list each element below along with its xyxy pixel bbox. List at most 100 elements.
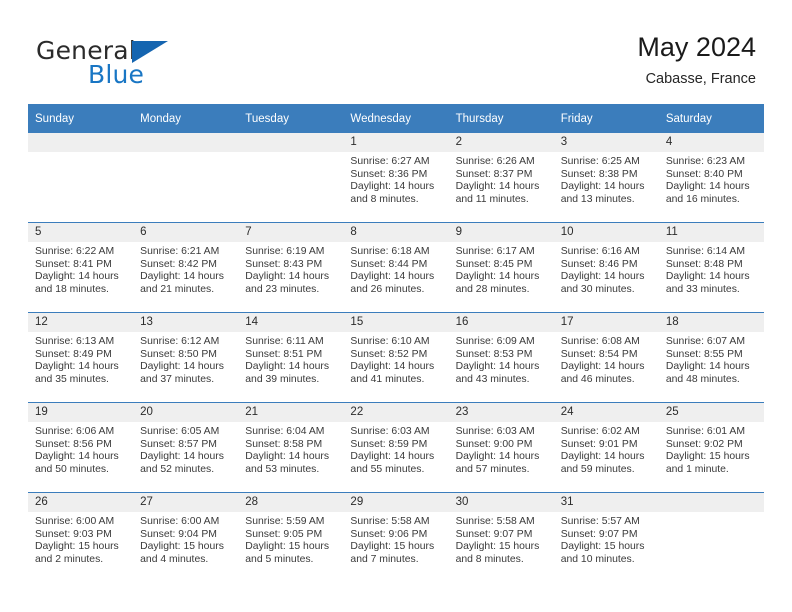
day-number: 10 (553, 223, 659, 242)
daylight-text-line2: and 8 minutes. (350, 193, 419, 205)
calendar-page: General Blue May 2024 Cabasse, France Su… (0, 0, 792, 612)
calendar-day-cell[interactable]: 26 Sunrise: 6:00 AM Sunset: 9:03 PM Dayligh… (28, 492, 134, 582)
calendar-day-cell[interactable]: 24 Sunrise: 6:02 AM Sunset: 9:01 PM Dayligh… (553, 402, 659, 493)
calendar-day-cell[interactable]: 3 Sunrise: 6:25 AM Sunset: 8:38 PM Daylight… (553, 133, 659, 223)
day-number: 5 (28, 223, 134, 242)
daylight-text-line1: Daylight: 14 hours (560, 181, 645, 193)
sunset-text: Sunset: 8:58 PM (245, 438, 323, 450)
sunset-text: Sunset: 8:45 PM (455, 258, 533, 270)
daylight-text-line2: and 11 minutes. (455, 193, 529, 205)
calendar-day-cell[interactable]: 22 Sunrise: 6:03 AM Sunset: 8:59 PM Dayligh… (343, 402, 449, 493)
daylight-text-line2: and 21 minutes. (140, 283, 215, 295)
calendar-day-cell[interactable] (28, 133, 134, 223)
day-details: Sunrise: 6:00 AM Sunset: 9:04 PM Daylight:… (133, 512, 238, 566)
day-number: 11 (658, 223, 764, 242)
daylight-text-line2: and 46 minutes. (560, 373, 635, 385)
calendar-day-cell[interactable]: 21 Sunrise: 6:04 AM Sunset: 8:58 PM Dayligh… (238, 402, 344, 493)
calendar-day-cell[interactable]: 14 Sunrise: 6:11 AM Sunset: 8:51 PM Dayligh… (238, 312, 344, 403)
calendar-day-cell[interactable]: 27 Sunrise: 6:00 AM Sunset: 9:04 PM Dayligh… (133, 492, 239, 582)
day-details: Sunrise: 6:02 AM Sunset: 9:01 PM Daylight:… (554, 422, 659, 476)
calendar-day-cell[interactable]: 23 Sunrise: 6:03 AM Sunset: 9:00 PM Dayligh… (448, 402, 554, 493)
daylight-text-line1: Daylight: 14 hours (140, 451, 224, 463)
calendar-day-cell[interactable]: 12 Sunrise: 6:13 AM Sunset: 8:49 PM Dayligh… (28, 312, 134, 403)
sunrise-text: Sunrise: 6:01 AM (665, 426, 745, 437)
calendar-day-cell[interactable]: 11 Sunrise: 6:14 AM Sunset: 8:48 PM Dayligh… (658, 222, 764, 313)
day-number: 16 (448, 313, 554, 332)
day-details: Sunrise: 6:11 AM Sunset: 8:51 PM Daylight:… (238, 332, 343, 386)
sunrise-text: Sunrise: 6:14 AM (665, 246, 745, 257)
calendar-week-row: 19 Sunrise: 6:06 AM Sunset: 8:56 PM Dayligh… (28, 402, 764, 493)
sunrise-text: Sunrise: 6:16 AM (560, 246, 640, 257)
calendar-day-cell[interactable]: 7 Sunrise: 6:19 AM Sunset: 8:43 PM Daylight… (238, 222, 344, 313)
brand-logo[interactable]: General Blue (36, 36, 266, 94)
sunrise-text: Sunrise: 5:58 AM (455, 516, 535, 527)
calendar-day-cell[interactable]: 28 Sunrise: 5:59 AM Sunset: 9:05 PM Dayligh… (238, 492, 344, 582)
daylight-text-line2: and 57 minutes. (455, 463, 530, 475)
calendar-day-cell[interactable]: 18 Sunrise: 6:07 AM Sunset: 8:55 PM Dayligh… (658, 312, 764, 403)
day-number (658, 493, 764, 512)
calendar-day-cell[interactable]: 29 Sunrise: 5:58 AM Sunset: 9:06 PM Dayligh… (343, 492, 449, 582)
daylight-text-line2: and 18 minutes. (35, 283, 109, 295)
calendar-day-cell[interactable]: 17 Sunrise: 6:08 AM Sunset: 8:54 PM Dayligh… (553, 312, 659, 403)
day-number: 20 (133, 403, 239, 422)
calendar-day-cell[interactable]: 31 Sunrise: 5:57 AM Sunset: 9:07 PM Dayligh… (553, 492, 659, 582)
sunset-text: Sunset: 8:38 PM (560, 168, 638, 180)
day-details: Sunrise: 6:05 AM Sunset: 8:57 PM Daylight:… (133, 422, 238, 476)
calendar-day-cell[interactable]: 4 Sunrise: 6:23 AM Sunset: 8:40 PM Daylight… (658, 133, 764, 223)
calendar-day-cell[interactable]: 19 Sunrise: 6:06 AM Sunset: 8:56 PM Dayligh… (28, 402, 134, 493)
calendar-day-cell[interactable]: 20 Sunrise: 6:05 AM Sunset: 8:57 PM Dayligh… (133, 402, 239, 493)
sunrise-text: Sunrise: 5:58 AM (350, 516, 430, 527)
day-details: Sunrise: 6:18 AM Sunset: 8:44 PM Daylight:… (343, 242, 448, 296)
day-details: Sunrise: 6:23 AM Sunset: 8:40 PM Daylight:… (659, 152, 764, 206)
sunrise-text: Sunrise: 5:59 AM (245, 516, 325, 527)
sunrise-text: Sunrise: 6:27 AM (350, 156, 430, 167)
daylight-text-line1: Daylight: 14 hours (455, 451, 540, 463)
day-number: 13 (133, 313, 239, 332)
sunrise-text: Sunrise: 6:18 AM (350, 246, 430, 257)
day-details: Sunrise: 6:22 AM Sunset: 8:41 PM Daylight:… (28, 242, 133, 296)
sunset-text: Sunset: 9:02 PM (665, 438, 743, 450)
calendar-day-cell[interactable]: 5 Sunrise: 6:22 AM Sunset: 8:41 PM Daylight… (28, 222, 134, 313)
calendar-day-cell[interactable]: 8 Sunrise: 6:18 AM Sunset: 8:44 PM Daylight… (343, 222, 449, 313)
calendar-day-cell[interactable]: 15 Sunrise: 6:10 AM Sunset: 8:52 PM Dayligh… (343, 312, 449, 403)
calendar-day-cell[interactable]: 6 Sunrise: 6:21 AM Sunset: 8:42 PM Daylight… (133, 222, 239, 313)
daylight-text-line2: and 4 minutes. (140, 553, 209, 565)
sunrise-text: Sunrise: 6:00 AM (140, 516, 220, 527)
calendar-day-cell[interactable]: 16 Sunrise: 6:09 AM Sunset: 8:53 PM Dayligh… (448, 312, 554, 403)
daylight-text-line2: and 28 minutes. (455, 283, 530, 295)
calendar-day-cell[interactable]: 30 Sunrise: 5:58 AM Sunset: 9:07 PM Dayligh… (448, 492, 554, 582)
day-number (238, 133, 344, 152)
weekday-header-friday: Friday (553, 104, 659, 133)
sunset-text: Sunset: 8:55 PM (665, 348, 743, 360)
day-number: 2 (448, 133, 554, 152)
daylight-text-line1: Daylight: 14 hours (455, 271, 540, 283)
sunrise-text: Sunrise: 6:12 AM (140, 336, 220, 347)
day-number: 23 (448, 403, 554, 422)
daylight-text-line1: Daylight: 14 hours (350, 181, 435, 193)
calendar-day-cell[interactable]: 2 Sunrise: 6:26 AM Sunset: 8:37 PM Daylight… (448, 133, 554, 223)
calendar-day-cell[interactable] (658, 492, 764, 582)
calendar-day-cell[interactable] (238, 133, 344, 223)
sunset-text: Sunset: 8:53 PM (455, 348, 533, 360)
calendar-day-cell[interactable]: 13 Sunrise: 6:12 AM Sunset: 8:50 PM Dayligh… (133, 312, 239, 403)
sunrise-text: Sunrise: 6:08 AM (560, 336, 640, 347)
sunrise-text: Sunrise: 6:26 AM (455, 156, 535, 167)
daylight-text-line1: Daylight: 14 hours (35, 451, 119, 463)
calendar-day-cell[interactable]: 25 Sunrise: 6:01 AM Sunset: 9:02 PM Dayligh… (658, 402, 764, 493)
sunrise-text: Sunrise: 6:04 AM (245, 426, 325, 437)
calendar-day-cell[interactable]: 10 Sunrise: 6:16 AM Sunset: 8:46 PM Dayligh… (553, 222, 659, 313)
sunset-text: Sunset: 8:36 PM (350, 168, 428, 180)
daylight-text-line1: Daylight: 14 hours (140, 271, 224, 283)
sunset-text: Sunset: 8:59 PM (350, 438, 428, 450)
day-details: Sunrise: 6:17 AM Sunset: 8:45 PM Daylight:… (449, 242, 554, 296)
daylight-text-line2: and 33 minutes. (665, 283, 740, 295)
day-details: Sunrise: 6:00 AM Sunset: 9:03 PM Daylight:… (28, 512, 133, 566)
day-number: 26 (28, 493, 134, 512)
calendar-day-cell[interactable] (133, 133, 239, 223)
calendar-day-cell[interactable]: 1 Sunrise: 6:27 AM Sunset: 8:36 PM Daylight… (343, 133, 449, 223)
day-details: Sunrise: 5:59 AM Sunset: 9:05 PM Daylight:… (238, 512, 343, 566)
sunrise-text: Sunrise: 5:57 AM (560, 516, 640, 527)
calendar-day-cell[interactable]: 9 Sunrise: 6:17 AM Sunset: 8:45 PM Daylight… (448, 222, 554, 313)
day-details: Sunrise: 5:57 AM Sunset: 9:07 PM Daylight:… (554, 512, 659, 566)
daylight-text-line2: and 43 minutes. (455, 373, 530, 385)
